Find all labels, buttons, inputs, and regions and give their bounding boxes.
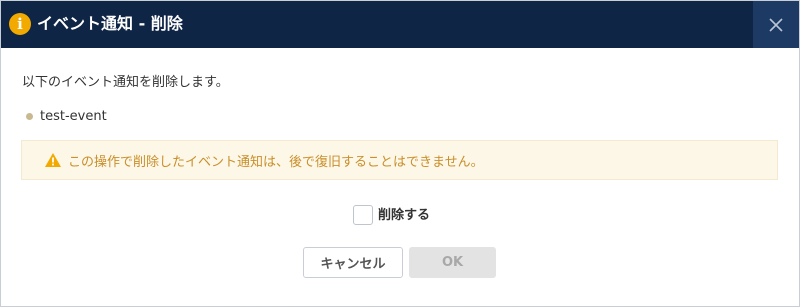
warning-triangle-icon xyxy=(45,153,61,167)
event-name: test-event xyxy=(40,109,107,124)
close-icon xyxy=(769,17,783,32)
confirm-delete-checkbox[interactable] xyxy=(353,205,373,225)
warning-box: この操作で削除したイベント通知は、後で復旧することはできません。 xyxy=(21,140,778,180)
close-button[interactable] xyxy=(753,1,799,48)
delete-event-dialog: i イベント通知 - 削除 以下のイベント通知を削除します。 test-even… xyxy=(0,0,800,307)
bullet-icon xyxy=(26,113,33,120)
warning-text: この操作で削除したイベント通知は、後で復旧することはできません。 xyxy=(68,154,484,170)
dialog-titlebar: i イベント通知 - 削除 xyxy=(1,1,799,48)
dialog-title: イベント通知 - 削除 xyxy=(37,14,183,33)
delete-message: 以下のイベント通知を削除します。 xyxy=(22,75,229,90)
confirm-delete-label[interactable]: 削除する xyxy=(378,204,430,223)
event-list-item: test-event xyxy=(26,109,107,124)
cancel-button[interactable]: キャンセル xyxy=(303,247,403,278)
confirm-delete-row: 削除する xyxy=(353,201,430,225)
info-icon: i xyxy=(9,13,31,35)
ok-button[interactable]: OK xyxy=(409,247,496,278)
